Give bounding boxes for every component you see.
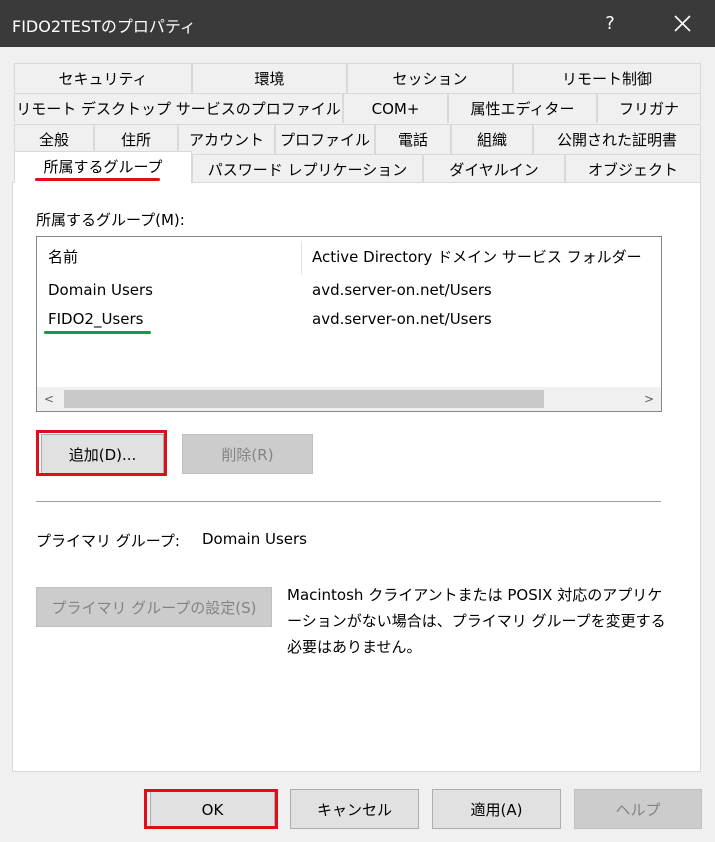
tab-account[interactable]: アカウント (178, 124, 275, 154)
row-folder-cell: avd.server-on.net/Users (312, 310, 492, 328)
tab-attribute-editor[interactable]: 属性エディター (448, 93, 597, 123)
tab-member-of[interactable]: 所属するグループ (14, 151, 192, 183)
tab-com-plus[interactable]: COM+ (343, 93, 448, 123)
set-primary-group-button[interactable]: プライマリ グループの設定(S) (36, 587, 272, 627)
primary-group-label: プライマリ グループ: (36, 532, 180, 550)
primary-group-value: Domain Users (202, 530, 307, 548)
divider (36, 501, 661, 502)
close-icon (674, 15, 691, 32)
column-header-name[interactable]: 名前 (48, 237, 78, 277)
tab-profile[interactable]: プロファイル (275, 124, 375, 154)
scrollbar-thumb[interactable] (64, 390, 544, 408)
scroll-left-icon[interactable]: < (39, 387, 59, 411)
row-name-cell: Domain Users (48, 281, 153, 299)
column-header-folder[interactable]: Active Directory ドメイン サービス フォルダー (312, 237, 642, 277)
tab-security[interactable]: セキュリティ (14, 63, 192, 93)
tab-address[interactable]: 住所 (94, 124, 178, 154)
column-separator[interactable] (301, 241, 302, 275)
close-button[interactable] (650, 0, 715, 47)
ok-button[interactable]: OK (150, 789, 275, 829)
add-button[interactable]: 追加(D)... (41, 434, 164, 474)
tab-sessions[interactable]: セッション (347, 63, 513, 93)
tab-organization[interactable]: 組織 (451, 124, 533, 154)
tab-password-replication[interactable]: パスワード レプリケーション (192, 154, 423, 184)
member-of-listview[interactable]: 名前 Active Directory ドメイン サービス フォルダー Doma… (36, 236, 662, 412)
row-folder-cell: avd.server-on.net/Users (312, 281, 492, 299)
window-title: FIDO2TESTのプロパティ (12, 17, 196, 36)
row-name-cell: FIDO2_Users (48, 310, 144, 328)
primary-group-note: Macintosh クライアントまたは POSIX 対応のアプリケーションがない… (287, 586, 666, 656)
help-footer-button[interactable]: ヘルプ (574, 789, 702, 829)
remove-button[interactable]: 削除(R) (182, 434, 313, 474)
tab-environment[interactable]: 環境 (192, 63, 347, 93)
cancel-button[interactable]: キャンセル (290, 789, 419, 829)
apply-button[interactable]: 適用(A) (432, 789, 561, 829)
tab-object[interactable]: オブジェクト (565, 154, 701, 184)
help-button[interactable]: ? (580, 0, 640, 47)
tab-dial-in[interactable]: ダイヤルイン (423, 154, 565, 184)
horizontal-scrollbar[interactable]: < > (37, 387, 661, 411)
title-bar: FIDO2TESTのプロパティ ? (0, 0, 715, 47)
tab-rds-profile[interactable]: リモート デスクトップ サービスのプロファイル (14, 93, 343, 123)
tab-furigana[interactable]: フリガナ (597, 93, 701, 123)
tab-telephones[interactable]: 電話 (375, 124, 451, 154)
scroll-right-icon[interactable]: > (639, 387, 659, 411)
tab-general[interactable]: 全般 (14, 124, 94, 154)
tab-published-certificates[interactable]: 公開された証明書 (533, 124, 701, 154)
tab-remote-control[interactable]: リモート制御 (513, 63, 701, 93)
member-of-label: 所属するグループ(M): (36, 211, 185, 229)
